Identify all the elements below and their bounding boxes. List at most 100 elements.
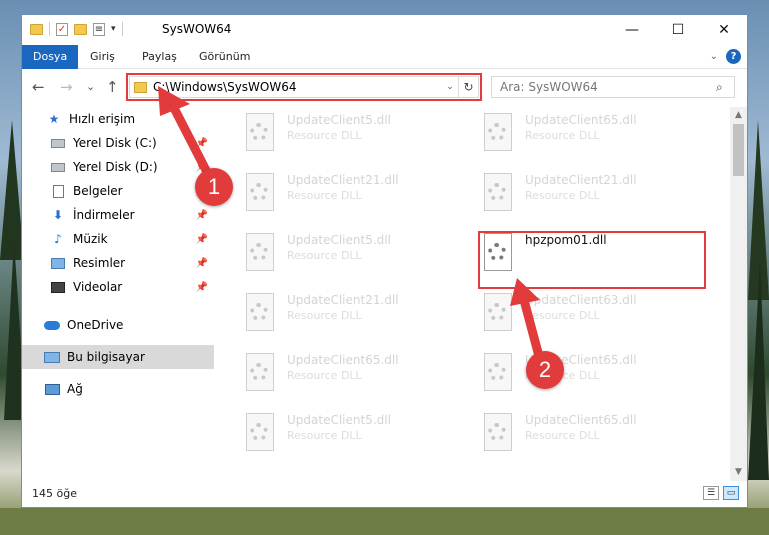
- file-item[interactable]: UpdateClient65.dllResource DLL: [480, 351, 710, 403]
- sidebar-item-quick-access[interactable]: ★ Hızlı erişim: [22, 107, 214, 131]
- properties-icon[interactable]: ≡: [93, 22, 105, 36]
- file-item[interactable]: UpdateClient65.dll Resource DLL: [242, 351, 472, 403]
- file-type: Resource DLL: [287, 129, 362, 142]
- file-item[interactable]: UpdateClient5.dll Resource DLL: [242, 111, 472, 163]
- scroll-up-icon[interactable]: ▲: [730, 107, 747, 124]
- item-count: 145 öğe: [32, 487, 77, 500]
- star-icon: ★: [48, 112, 60, 126]
- pin-icon[interactable]: 📌: [196, 210, 208, 221]
- maximize-button[interactable]: ☐: [655, 15, 701, 45]
- tab-paylas[interactable]: Paylaş: [131, 45, 188, 69]
- dropdown-icon[interactable]: ▾: [111, 24, 116, 34]
- network-icon: [44, 382, 60, 396]
- details-view-icon[interactable]: ☰: [703, 486, 719, 500]
- sidebar-item-label: OneDrive: [67, 318, 124, 332]
- file-name: UpdateClient21.dll: [525, 173, 637, 187]
- dll-file-icon: [480, 351, 516, 395]
- checkmark-icon[interactable]: ✓: [56, 22, 68, 36]
- file-explorer-window: ✓ ≡ ▾ SysWOW64 — ☐ ✕ Dosya Giriş Paylaş …: [21, 14, 748, 508]
- sidebar-item-documents[interactable]: Belgeler 📌: [22, 179, 214, 203]
- tab-giris[interactable]: Giriş: [79, 45, 126, 69]
- qat-separator: [121, 22, 123, 36]
- file-type: Resource DLL: [525, 309, 600, 322]
- file-name: UpdateClient65.dll: [287, 353, 399, 367]
- file-list: UpdateClient5.dll Resource DLL UpdateClie…: [220, 107, 730, 481]
- file-type: Resource DLL: [525, 129, 600, 142]
- sidebar-item-onedrive[interactable]: OneDrive: [22, 313, 214, 337]
- file-name: UpdateClient5.dll: [287, 413, 391, 427]
- dll-file-icon: [242, 411, 278, 455]
- new-folder-icon[interactable]: [74, 23, 87, 35]
- file-item[interactable]: UpdateClient21.dll Resource DLL: [242, 171, 472, 223]
- sidebar-item-label: Bu bilgisayar: [67, 350, 145, 364]
- vertical-scrollbar[interactable]: ▲ ▼: [730, 107, 747, 481]
- dll-file-icon: [242, 171, 278, 215]
- sidebar-item-this-pc[interactable]: Bu bilgisayar: [22, 345, 214, 369]
- file-type: Resource DLL: [287, 369, 362, 382]
- large-icons-view-icon[interactable]: ▭: [723, 486, 739, 500]
- close-button[interactable]: ✕: [701, 15, 747, 45]
- minimize-button[interactable]: —: [609, 15, 655, 45]
- up-button[interactable]: ↑: [106, 78, 119, 96]
- videos-icon: [50, 280, 66, 294]
- sidebar-item-label: Resimler: [73, 256, 126, 270]
- sidebar-item-downloads[interactable]: ⬇ İndirmeler 📌: [22, 203, 214, 227]
- file-item[interactable]: UpdateClient63.dll Resource DLL: [480, 291, 710, 343]
- window-title: SysWOW64: [162, 22, 232, 36]
- expand-ribbon-icon[interactable]: ⌄: [710, 51, 718, 62]
- dll-file-icon: [242, 111, 278, 155]
- file-name: UpdateClient5.dll: [287, 113, 391, 127]
- recent-locations-button[interactable]: ⌄: [86, 80, 95, 93]
- music-icon: ♪: [54, 232, 62, 246]
- file-name: UpdateClient63.dll: [525, 293, 637, 307]
- file-item[interactable]: UpdateClient5.dll Resource DLL: [242, 411, 472, 463]
- sidebar-item-label: Yerel Disk (D:): [73, 160, 158, 174]
- folder-icon[interactable]: [30, 23, 43, 35]
- sidebar-item-network[interactable]: Ağ: [22, 377, 214, 401]
- file-type: Resource DLL: [287, 429, 362, 442]
- back-button[interactable]: ←: [32, 78, 45, 96]
- file-item[interactable]: UpdateClient5.dll Resource DLL: [242, 231, 472, 283]
- search-icon[interactable]: ⌕: [716, 80, 734, 95]
- file-item[interactable]: UpdateClient21.dll Resource DLL: [480, 171, 710, 223]
- dll-file-icon: [480, 291, 516, 335]
- sidebar-item-pictures[interactable]: Resimler 📌: [22, 251, 214, 275]
- title-bar: ✓ ≡ ▾ SysWOW64 — ☐ ✕: [22, 15, 747, 45]
- file-type: Resource DLL: [287, 309, 362, 322]
- address-highlight-box: [126, 73, 482, 101]
- file-item[interactable]: UpdateClient21.dll Resource DLL: [242, 291, 472, 343]
- ribbon-right-controls: ⌄ ?: [710, 49, 741, 64]
- tab-gorunum[interactable]: Görünüm: [188, 45, 261, 69]
- pin-icon[interactable]: 📌: [196, 282, 208, 293]
- documents-icon: [50, 184, 66, 198]
- sidebar-item-label: Videolar: [73, 280, 123, 294]
- dll-file-icon: [480, 171, 516, 215]
- pin-icon[interactable]: 📌: [196, 258, 208, 269]
- navigation-bar: ← → ⌄ ↑ C:\Windows\SysWOW64 ⌄ ↻ Ara: Sys…: [22, 70, 747, 104]
- file-name: UpdateClient21.dll: [287, 293, 399, 307]
- scroll-down-icon[interactable]: ▼: [730, 464, 747, 481]
- view-buttons: ☰ ▭: [703, 486, 739, 500]
- quick-access-toolbar: ✓ ≡ ▾: [30, 22, 123, 36]
- file-item[interactable]: UpdateClient65.dllResource DLL: [480, 111, 710, 163]
- forward-button[interactable]: →: [60, 78, 73, 96]
- pin-icon[interactable]: 📌: [196, 234, 208, 245]
- file-name: UpdateClient21.dll: [287, 173, 399, 187]
- search-input[interactable]: Ara: SysWOW64: [500, 80, 716, 94]
- pin-icon[interactable]: 📌: [196, 138, 208, 149]
- help-icon[interactable]: ?: [726, 49, 741, 64]
- sidebar-item-label: Belgeler: [73, 184, 123, 198]
- scrollbar-thumb[interactable]: [733, 124, 744, 176]
- search-box[interactable]: Ara: SysWOW64 ⌕: [491, 76, 735, 98]
- sidebar-item-disk-d[interactable]: Yerel Disk (D:) 📌: [22, 155, 214, 179]
- sidebar-item-music[interactable]: ♪ Müzik 📌: [22, 227, 214, 251]
- sidebar-item-disk-c[interactable]: Yerel Disk (C:) 📌: [22, 131, 214, 155]
- file-name: UpdateClient65.dll: [525, 413, 637, 427]
- file-type: Resource DLL: [525, 429, 600, 442]
- file-item[interactable]: UpdateClient65.dll Resource DLL: [480, 411, 710, 463]
- tab-dosya[interactable]: Dosya: [22, 45, 79, 69]
- downloads-icon: ⬇: [52, 208, 64, 222]
- file-type: Resource DLL: [287, 189, 362, 202]
- file-type: Resource DLL: [287, 249, 362, 262]
- sidebar-item-videos[interactable]: Videolar 📌: [22, 275, 214, 299]
